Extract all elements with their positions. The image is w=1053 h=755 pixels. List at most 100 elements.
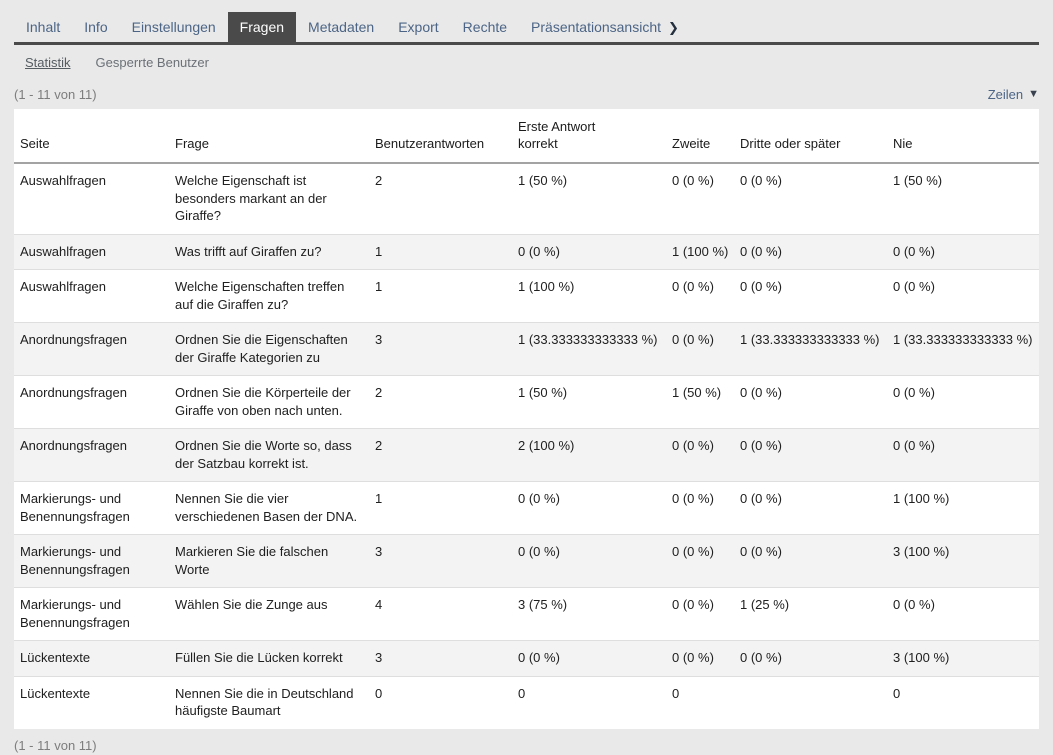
cell-benutzerantworten: 1 <box>369 234 512 270</box>
cell-seite: Anordnungsfragen <box>14 376 169 429</box>
cell-dritte: 0 (0 %) <box>734 535 887 588</box>
cell-dritte: 0 (0 %) <box>734 641 887 677</box>
tab-export[interactable]: Export <box>386 12 450 42</box>
table-row: AnordnungsfragenOrdnen Sie die Worte so,… <box>14 429 1039 482</box>
tab-metadaten[interactable]: Metadaten <box>296 12 386 42</box>
table-row: AuswahlfragenWelche Eigenschaft ist beso… <box>14 163 1039 234</box>
cell-frage: Ordnen Sie die Eigenschaften der Giraffe… <box>169 323 369 376</box>
column-header-seite: Seite <box>14 109 169 163</box>
table-row: AnordnungsfragenOrdnen Sie die Eigenscha… <box>14 323 1039 376</box>
column-header-erste-antwort-korrekt: Erste Antwort korrekt <box>512 109 666 163</box>
cell-benutzerantworten: 2 <box>369 429 512 482</box>
cell-erste: 3 (75 %) <box>512 588 666 641</box>
cell-dritte: 0 (0 %) <box>734 234 887 270</box>
cell-zweite: 0 (0 %) <box>666 588 734 641</box>
cell-nie: 0 (0 %) <box>887 429 1039 482</box>
tab-einstellungen[interactable]: Einstellungen <box>120 12 228 42</box>
tab-praesentationsansicht[interactable]: Präsentationsansicht❯ <box>519 12 691 42</box>
cell-nie: 0 (0 %) <box>887 234 1039 270</box>
column-header-zweite: Zweite <box>666 109 734 163</box>
cell-zweite: 0 (0 %) <box>666 429 734 482</box>
cell-zweite: 0 (0 %) <box>666 270 734 323</box>
cell-seite: Markierungs- und Benennungsfragen <box>14 535 169 588</box>
cell-erste: 1 (33.333333333333 %) <box>512 323 666 376</box>
cell-nie: 1 (50 %) <box>887 163 1039 234</box>
table-row: Markierungs- und BenennungsfragenMarkier… <box>14 535 1039 588</box>
cell-zweite: 1 (50 %) <box>666 376 734 429</box>
page: Inhalt Info Einstellungen Fragen Metadat… <box>0 0 1053 753</box>
cell-benutzerantworten: 1 <box>369 270 512 323</box>
table-row: Markierungs- und BenennungsfragenWählen … <box>14 588 1039 641</box>
cell-dritte <box>734 676 887 729</box>
table-row: AuswahlfragenWas trifft auf Giraffen zu?… <box>14 234 1039 270</box>
subtab-statistik[interactable]: Statistik <box>25 55 71 70</box>
cell-frage: Ordnen Sie die Körperteile der Giraffe v… <box>169 376 369 429</box>
cell-erste: 2 (100 %) <box>512 429 666 482</box>
tab-rechte[interactable]: Rechte <box>451 12 519 42</box>
cell-nie: 0 <box>887 676 1039 729</box>
cell-seite: Lückentexte <box>14 676 169 729</box>
cell-frage: Nennen Sie die vier verschiedenen Basen … <box>169 482 369 535</box>
table-row: AnordnungsfragenOrdnen Sie die Körpertei… <box>14 376 1039 429</box>
cell-zweite: 0 (0 %) <box>666 482 734 535</box>
pagination-top: (1 - 11 von 11) <box>14 87 97 102</box>
cell-nie: 3 (100 %) <box>887 535 1039 588</box>
cell-dritte: 0 (0 %) <box>734 270 887 323</box>
cell-frage: Wählen Sie die Zunge aus <box>169 588 369 641</box>
cell-zweite: 1 (100 %) <box>666 234 734 270</box>
cell-dritte: 0 (0 %) <box>734 163 887 234</box>
cell-seite: Anordnungsfragen <box>14 429 169 482</box>
cell-seite: Auswahlfragen <box>14 270 169 323</box>
cell-erste: 0 (0 %) <box>512 641 666 677</box>
subtab-bar: Statistik Gesperrte Benutzer <box>25 55 1039 70</box>
cell-dritte: 1 (33.333333333333 %) <box>734 323 887 376</box>
column-header-dritte-oder-spaeter: Dritte oder später <box>734 109 887 163</box>
tab-bar: Inhalt Info Einstellungen Fragen Metadat… <box>14 12 1039 45</box>
cell-nie: 0 (0 %) <box>887 376 1039 429</box>
cell-benutzerantworten: 3 <box>369 641 512 677</box>
cell-nie: 3 (100 %) <box>887 641 1039 677</box>
cell-frage: Ordnen Sie die Worte so, dass der Satzba… <box>169 429 369 482</box>
pagination-bottom: (1 - 11 von 11) <box>14 738 97 753</box>
table-row: LückentexteNennen Sie die in Deutschland… <box>14 676 1039 729</box>
cell-zweite: 0 <box>666 676 734 729</box>
cell-erste: 0 <box>512 676 666 729</box>
cell-frage: Markieren Sie die falschen Worte <box>169 535 369 588</box>
cell-erste: 1 (50 %) <box>512 163 666 234</box>
cell-dritte: 0 (0 %) <box>734 376 887 429</box>
cell-benutzerantworten: 0 <box>369 676 512 729</box>
cell-benutzerantworten: 4 <box>369 588 512 641</box>
cell-zweite: 0 (0 %) <box>666 163 734 234</box>
table-row: AuswahlfragenWelche Eigenschaften treffe… <box>14 270 1039 323</box>
cell-benutzerantworten: 1 <box>369 482 512 535</box>
column-header-benutzerantworten: Benutzerantworten <box>369 109 512 163</box>
cell-erste: 0 (0 %) <box>512 482 666 535</box>
caret-down-icon: ▼ <box>1028 89 1039 100</box>
cell-erste: 0 (0 %) <box>512 535 666 588</box>
table-toolbar-bottom: (1 - 11 von 11) <box>14 738 1039 753</box>
cell-zweite: 0 (0 %) <box>666 641 734 677</box>
cell-zweite: 0 (0 %) <box>666 323 734 376</box>
cell-benutzerantworten: 3 <box>369 535 512 588</box>
cell-erste: 1 (50 %) <box>512 376 666 429</box>
cell-seite: Anordnungsfragen <box>14 323 169 376</box>
cell-seite: Markierungs- und Benennungsfragen <box>14 482 169 535</box>
cell-frage: Nennen Sie die in Deutschland häufigste … <box>169 676 369 729</box>
subtab-gesperrte-benutzer[interactable]: Gesperrte Benutzer <box>96 55 209 70</box>
tab-inhalt[interactable]: Inhalt <box>14 12 72 42</box>
tab-fragen[interactable]: Fragen <box>228 12 296 42</box>
cell-nie: 0 (0 %) <box>887 270 1039 323</box>
cell-seite: Auswahlfragen <box>14 163 169 234</box>
cell-dritte: 1 (25 %) <box>734 588 887 641</box>
cell-benutzerantworten: 2 <box>369 376 512 429</box>
cell-nie: 1 (100 %) <box>887 482 1039 535</box>
cell-erste: 0 (0 %) <box>512 234 666 270</box>
cell-dritte: 0 (0 %) <box>734 429 887 482</box>
cell-seite: Lückentexte <box>14 641 169 677</box>
cell-seite: Auswahlfragen <box>14 234 169 270</box>
rows-dropdown[interactable]: Zeilen ▼ <box>988 87 1039 102</box>
cell-dritte: 0 (0 %) <box>734 482 887 535</box>
cell-benutzerantworten: 2 <box>369 163 512 234</box>
tab-info[interactable]: Info <box>72 12 119 42</box>
cell-seite: Markierungs- und Benennungsfragen <box>14 588 169 641</box>
